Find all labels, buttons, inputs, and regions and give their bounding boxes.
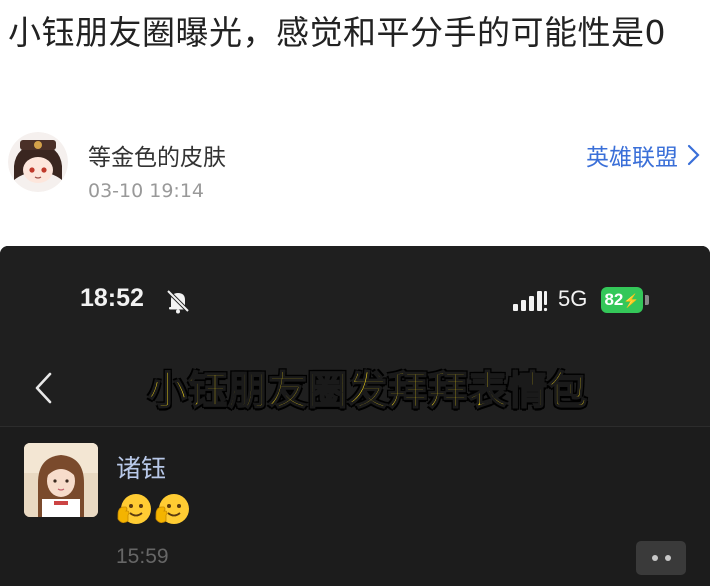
moment-content [116, 491, 190, 527]
chevron-left-icon[interactable] [30, 368, 56, 408]
moment-post: 诸钰 15:59 [0, 427, 710, 586]
more-dots-icon [651, 555, 658, 561]
more-options-button[interactable] [636, 541, 686, 575]
battery-cap [645, 295, 649, 305]
moment-author-name[interactable]: 诸钰 [116, 449, 166, 485]
battery-indicator: 82⚡ [601, 287, 643, 313]
profile-photo-icon [24, 443, 98, 517]
chevron-right-icon [687, 144, 700, 166]
author-name[interactable]: 等金色的皮肤 [88, 138, 226, 172]
charging-bolt-icon: ⚡ [623, 293, 640, 308]
anime-girl-avatar-icon [8, 132, 68, 192]
post-timestamp: 03-10 19:14 [88, 180, 205, 202]
post-title: 小钰朋友圈曝光，感觉和平分手的可能性是0 [8, 13, 666, 52]
phone-status-bar: 18:52 5G 82⚡ [0, 246, 710, 350]
author-avatar[interactable] [8, 132, 68, 192]
channel-label: 英雄联盟 [586, 145, 678, 171]
moment-avatar[interactable] [24, 443, 98, 517]
network-type: 5G [558, 286, 588, 311]
battery-level: 82 [604, 290, 624, 309]
waving-hand-face-emoji-icon [117, 494, 151, 524]
channel-link[interactable]: 英雄联盟 [586, 138, 702, 172]
author-row: 等金色的皮肤 03-10 19:14 英雄联盟 [0, 128, 710, 218]
more-dots-icon [664, 555, 671, 561]
bell-slash-icon [166, 289, 190, 314]
waving-hand-face-emoji-icon [155, 494, 189, 524]
signal-bars-icon [513, 291, 548, 312]
moment-timestamp: 15:59 [116, 545, 169, 568]
overlay-caption: 小钰朋友圈发拜拜表情包 [147, 368, 589, 415]
phone-nav-bar: 小钰朋友圈发拜拜表情包 [0, 350, 710, 426]
embedded-screenshot: 18:52 5G 82⚡ 小钰朋友圈发拜拜表情包 诸钰 15:59 [0, 246, 710, 586]
status-clock: 18:52 [80, 284, 144, 312]
